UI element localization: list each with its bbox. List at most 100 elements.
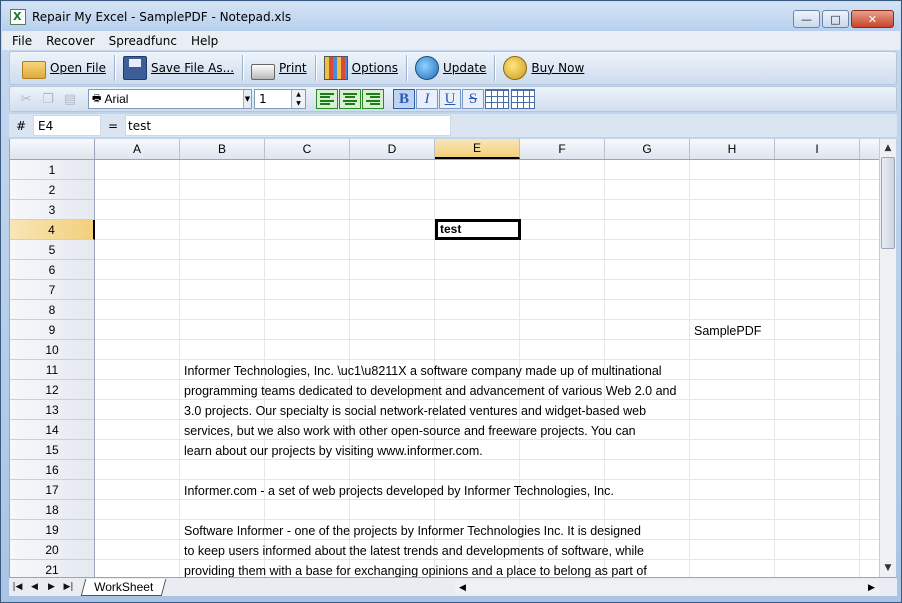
cell-b21[interactable]: providing them with a base for exchangin… bbox=[184, 561, 647, 577]
grid-row-line bbox=[95, 359, 879, 360]
column-header-row: ABCDEFGHI bbox=[10, 139, 879, 160]
row-header-19[interactable]: 19 bbox=[10, 520, 95, 540]
row-header-15[interactable]: 15 bbox=[10, 440, 95, 460]
cell-reference-field[interactable]: E4 bbox=[33, 115, 101, 136]
italic-button[interactable]: I bbox=[416, 89, 438, 109]
prev-sheet-icon[interactable]: ◀ bbox=[26, 579, 43, 596]
row-header-12[interactable]: 12 bbox=[10, 380, 95, 400]
vertical-scroll-thumb[interactable] bbox=[881, 157, 895, 249]
bold-button[interactable]: B bbox=[393, 89, 415, 109]
menu-help[interactable]: Help bbox=[185, 34, 226, 48]
sheet-tab-label: WorkSheet bbox=[94, 579, 154, 594]
copy-icon[interactable]: ❐ bbox=[38, 89, 58, 109]
align-right-icon[interactable] bbox=[362, 89, 384, 109]
font-size-spinner[interactable]: 1 ▲ ▼ bbox=[254, 89, 306, 109]
cell-b20[interactable]: to keep users informed about the latest … bbox=[184, 541, 644, 561]
font-printer-icon: 🖶 bbox=[92, 92, 102, 104]
save-file-as-button[interactable]: Save File As... bbox=[117, 54, 240, 82]
align-center-icon[interactable] bbox=[339, 89, 361, 109]
row-header-7[interactable]: 7 bbox=[10, 280, 95, 300]
grid-column-line bbox=[689, 160, 690, 577]
formula-bar: # E4 = test bbox=[9, 114, 897, 137]
strikethrough-button[interactable]: S bbox=[462, 89, 484, 109]
column-header-i[interactable]: I bbox=[775, 139, 860, 159]
open-file-button[interactable]: Open File bbox=[16, 54, 112, 82]
cell-b17[interactable]: Informer.com - a set of web projects dev… bbox=[184, 481, 614, 501]
row-header-21[interactable]: 21 bbox=[10, 560, 95, 577]
menu-recover[interactable]: Recover bbox=[40, 34, 103, 48]
toolbar-separator bbox=[405, 55, 407, 81]
horizontal-scrollbar[interactable]: ◀ ▶ bbox=[455, 580, 879, 595]
all-borders-icon[interactable] bbox=[511, 89, 535, 109]
buy-now-label: Buy Now bbox=[531, 61, 585, 75]
cell-b13[interactable]: 3.0 projects. Our specialty is social ne… bbox=[184, 401, 646, 421]
row-header-14[interactable]: 14 bbox=[10, 420, 95, 440]
cell-b12[interactable]: programming teams dedicated to developme… bbox=[184, 381, 676, 401]
row-header-16[interactable]: 16 bbox=[10, 460, 95, 480]
column-header-c[interactable]: C bbox=[265, 139, 350, 159]
print-button[interactable]: Print bbox=[245, 54, 313, 82]
grid-row-line bbox=[95, 519, 879, 520]
cell-b15[interactable]: learn about our projects by visiting www… bbox=[184, 441, 483, 461]
row-header-11[interactable]: 11 bbox=[10, 360, 95, 380]
scroll-left-icon[interactable]: ◀ bbox=[455, 580, 470, 595]
dropdown-arrow-icon[interactable]: ▼ bbox=[243, 90, 251, 108]
cell-b19[interactable]: Software Informer - one of the projects … bbox=[184, 521, 641, 541]
underline-button[interactable]: U bbox=[439, 89, 461, 109]
column-header-f[interactable]: F bbox=[520, 139, 605, 159]
grid-row-line bbox=[95, 199, 879, 200]
first-sheet-icon[interactable]: |◀ bbox=[9, 579, 26, 596]
close-button[interactable]: ✕ bbox=[851, 10, 894, 28]
menu-file[interactable]: File bbox=[6, 34, 40, 48]
column-header-g[interactable]: G bbox=[605, 139, 690, 159]
scroll-down-icon[interactable]: ▼ bbox=[880, 560, 896, 576]
row-header-20[interactable]: 20 bbox=[10, 540, 95, 560]
next-sheet-icon[interactable]: ▶ bbox=[43, 579, 60, 596]
scroll-right-icon[interactable]: ▶ bbox=[864, 580, 879, 595]
last-sheet-icon[interactable]: ▶| bbox=[60, 579, 77, 596]
scroll-up-icon[interactable]: ▲ bbox=[880, 140, 896, 156]
formula-input[interactable]: test bbox=[125, 115, 451, 136]
update-button[interactable]: Update bbox=[409, 54, 492, 82]
minimize-button[interactable]: — bbox=[793, 10, 820, 28]
vertical-scrollbar[interactable]: ▲ ▼ bbox=[879, 139, 896, 577]
align-left-icon[interactable] bbox=[316, 89, 338, 109]
row-header-2[interactable]: 2 bbox=[10, 180, 95, 200]
borders-icon[interactable] bbox=[485, 89, 509, 109]
spinner-arrows-icon[interactable]: ▲ ▼ bbox=[291, 90, 305, 108]
row-header-6[interactable]: 6 bbox=[10, 260, 95, 280]
column-header-e[interactable]: E bbox=[435, 139, 520, 159]
column-header-d[interactable]: D bbox=[350, 139, 435, 159]
paste-icon[interactable]: ▤ bbox=[60, 89, 80, 109]
active-cell-e4[interactable]: test bbox=[435, 219, 521, 240]
title-bar[interactable]: Repair My Excel - SamplePDF - Notepad.xl… bbox=[2, 2, 900, 31]
row-header-10[interactable]: 10 bbox=[10, 340, 95, 360]
menu-spreadfunc[interactable]: Spreadfunc bbox=[103, 34, 185, 48]
column-header-h[interactable]: H bbox=[690, 139, 775, 159]
toolbar-separator bbox=[314, 55, 316, 81]
spreadsheet-grid[interactable]: ABCDEFGHI 1 2 3 4 5 6 7 8 9 10 11 12 13 14 15 16 17 18 19 2… bbox=[9, 139, 879, 577]
row-header-17[interactable]: 17 bbox=[10, 480, 95, 500]
toolbar-separator bbox=[242, 55, 244, 81]
column-header-b[interactable]: B bbox=[180, 139, 265, 159]
cell-b14[interactable]: services, but we also work with other op… bbox=[184, 421, 636, 441]
column-header-a[interactable]: A bbox=[95, 139, 180, 159]
row-header-9[interactable]: 9 bbox=[10, 320, 95, 340]
cut-icon[interactable]: ✂ bbox=[16, 89, 36, 109]
row-header-4[interactable]: 4 bbox=[10, 220, 95, 240]
select-all-corner[interactable] bbox=[10, 139, 95, 159]
buy-now-button[interactable]: Buy Now bbox=[497, 54, 590, 82]
maximize-button[interactable]: □ bbox=[822, 10, 849, 28]
font-name-select[interactable]: 🖶 Arial ▼ bbox=[88, 89, 252, 109]
row-header-3[interactable]: 3 bbox=[10, 200, 95, 220]
row-header-13[interactable]: 13 bbox=[10, 400, 95, 420]
row-header-8[interactable]: 8 bbox=[10, 300, 95, 320]
cell-b11[interactable]: Informer Technologies, Inc. \uc1\u8211X … bbox=[184, 361, 662, 381]
cell-h9[interactable]: SamplePDF bbox=[694, 321, 761, 341]
options-button[interactable]: Options bbox=[318, 54, 404, 82]
row-header-5[interactable]: 5 bbox=[10, 240, 95, 260]
sheet-tab-worksheet[interactable]: WorkSheet bbox=[80, 578, 167, 596]
row-header-18[interactable]: 18 bbox=[10, 500, 95, 520]
globe-update-icon bbox=[414, 56, 439, 80]
row-header-1[interactable]: 1 bbox=[10, 160, 95, 180]
